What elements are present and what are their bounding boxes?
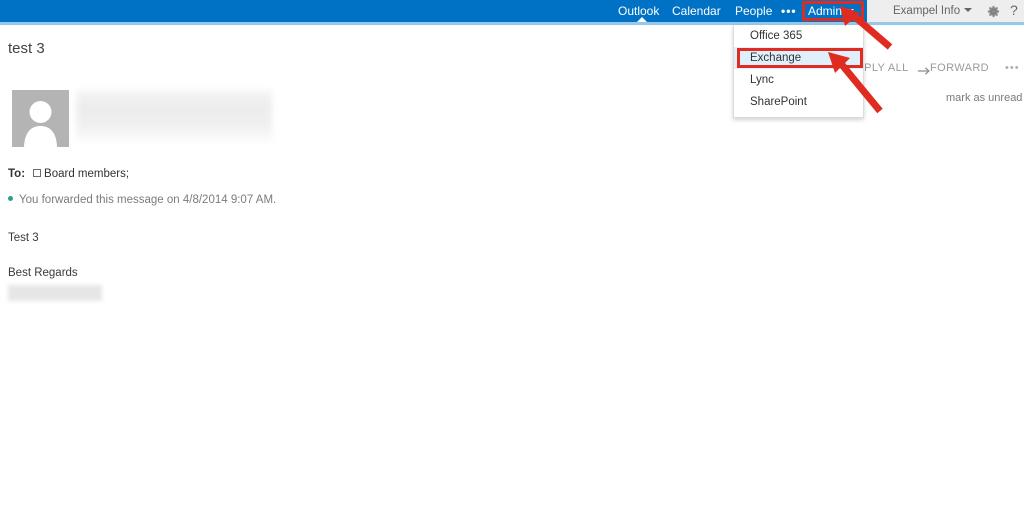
to-label: To: [8, 168, 26, 180]
admin-dropdown-menu: Office 365 Exchange Lync SharePoint [733, 25, 864, 118]
help-icon[interactable]: ? [1010, 0, 1018, 22]
nav-item-outlook-label: Outlook [618, 4, 660, 18]
chevron-down-icon [846, 9, 855, 13]
forward-label: FORWARD [930, 62, 990, 74]
suite-bar-divider [0, 25, 1024, 26]
menu-item-office-365-label: Office 365 [750, 30, 803, 42]
nav-item-people-label: People [735, 4, 773, 18]
message-subject: test 3 [8, 40, 45, 57]
nav-item-more-ellipsis[interactable]: ••• [781, 0, 797, 22]
forward-notice: You forwarded this message on 4/8/2014 9… [8, 194, 276, 206]
menu-item-office-365[interactable]: Office 365 [734, 25, 863, 47]
message-body-line-2: Best Regards [8, 267, 78, 279]
nav-item-admin[interactable]: Admin [808, 0, 855, 22]
sender-name-redacted [76, 90, 272, 142]
gear-icon[interactable] [986, 4, 1001, 19]
menu-item-lync[interactable]: Lync [734, 69, 863, 91]
message-to-row: To: Board members; [8, 168, 129, 180]
active-tab-caret-icon [637, 17, 647, 22]
menu-item-exchange-label: Exchange [750, 52, 802, 64]
menu-item-sharepoint[interactable]: SharePoint [734, 91, 863, 113]
mark-as-unread-label: mark as unread [946, 92, 1023, 104]
forward-arrow-icon [917, 64, 931, 76]
to-recipient[interactable]: Board members; [44, 168, 129, 180]
signature-redacted [8, 285, 102, 301]
nav-item-people[interactable]: People [735, 0, 772, 22]
suite-user-label: Exampel Info [893, 5, 961, 17]
person-avatar-icon [12, 90, 69, 147]
menu-item-exchange[interactable]: Exchange [734, 47, 863, 69]
menu-item-lync-label: Lync [750, 74, 774, 86]
chevron-down-icon [964, 8, 973, 12]
nav-item-calendar[interactable]: Calendar [672, 0, 721, 22]
menu-item-sharepoint-label: SharePoint [750, 96, 807, 108]
mark-as-unread-link[interactable]: mark as unread [946, 92, 1022, 104]
status-dot-icon [8, 196, 13, 201]
recipient-presence-icon [33, 169, 42, 177]
outlook-web-app: Outlook Calendar People ••• Admin Exampe… [0, 0, 1024, 522]
nav-more-ellipsis-label: ••• [781, 4, 797, 18]
nav-item-admin-label: Admin [808, 4, 843, 18]
message-body-line-1: Test 3 [8, 232, 39, 244]
nav-item-calendar-label: Calendar [672, 4, 721, 18]
forward-button[interactable]: FORWARD [930, 62, 989, 74]
forward-notice-label: You forwarded this message on 4/8/2014 9… [19, 194, 277, 206]
more-actions-label: ••• [1005, 62, 1020, 74]
help-label: ? [1010, 2, 1018, 18]
suite-user-menu[interactable]: Exampel Info [893, 0, 973, 22]
more-actions-button[interactable]: ••• [1005, 62, 1020, 74]
